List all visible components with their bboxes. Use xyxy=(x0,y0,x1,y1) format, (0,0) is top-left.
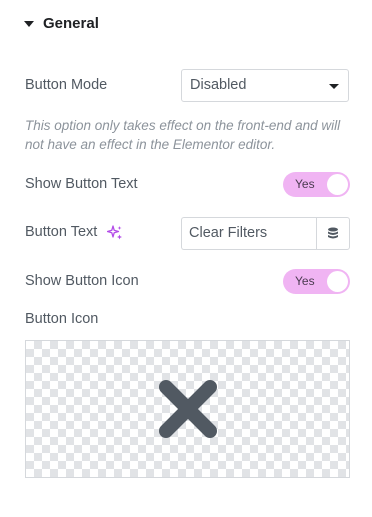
toggle-knob xyxy=(327,271,348,292)
dynamic-tags-button[interactable] xyxy=(316,217,350,250)
button-text-value: Clear Filters xyxy=(189,225,268,241)
show-button-text-toggle[interactable]: Yes xyxy=(283,172,350,197)
toggle-yes-label: Yes xyxy=(295,177,315,191)
ai-sparkle-icon[interactable] xyxy=(106,225,123,245)
show-button-icon-toggle[interactable]: Yes xyxy=(283,269,350,294)
chevron-down-icon xyxy=(329,84,339,89)
section-title: General xyxy=(43,15,99,32)
button-icon-media-picker[interactable] xyxy=(25,340,350,478)
button-mode-select[interactable]: Disabled xyxy=(181,69,349,102)
button-icon-label: Button Icon xyxy=(25,311,99,327)
button-text-label: Button Text xyxy=(25,224,98,240)
button-mode-value: Disabled xyxy=(190,77,247,93)
toggle-yes-label: Yes xyxy=(295,274,315,288)
button-text-input[interactable]: Clear Filters xyxy=(181,217,317,250)
close-x-icon xyxy=(159,380,217,438)
show-button-icon-label: Show Button Icon xyxy=(25,273,139,289)
editor-note: This option only takes effect on the fro… xyxy=(25,118,341,152)
database-icon xyxy=(328,227,338,238)
toggle-knob xyxy=(327,174,348,195)
button-mode-label: Button Mode xyxy=(25,77,108,93)
caret-down-icon xyxy=(24,20,34,27)
section-header-general[interactable]: General xyxy=(24,15,99,32)
show-button-text-label: Show Button Text xyxy=(25,176,138,192)
